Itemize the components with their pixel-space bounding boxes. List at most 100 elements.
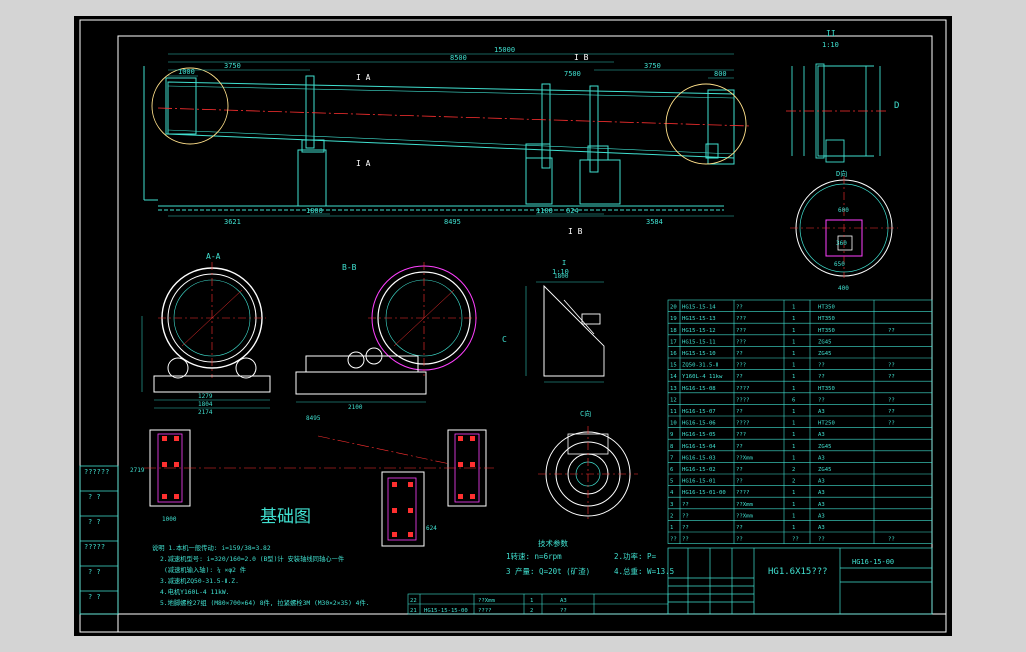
part-1-qty: 1 (792, 525, 795, 531)
part-17-mat: ZG45 (818, 339, 831, 345)
part-7-no: 7 (670, 455, 673, 461)
part-16-mat: ZG45 (818, 351, 831, 357)
part-15-qty: 1 (792, 363, 795, 369)
part-10-name: ???? (736, 421, 749, 427)
notes-block: 说明 1.本机一般传动: i=159/38=3.82 2.减速机型号: i=32… (152, 543, 370, 607)
detail-ii-view: II 1:10 D (786, 29, 899, 163)
part-15-no: 15 (670, 363, 677, 369)
part-4-qty: 1 (792, 490, 795, 496)
a-a-dim-1804: 1804 (198, 401, 213, 408)
part-8-no: 8 (670, 444, 674, 450)
part-17-qty: 1 (792, 339, 795, 345)
part-12-note: ?? (888, 397, 895, 403)
dim-1000: 1000 (178, 68, 195, 76)
part-11-qty: 1 (792, 409, 795, 415)
b-b-dim-8495: 8495 (306, 415, 321, 422)
part-10-no: 10 (670, 421, 677, 427)
part-6-code: HG16-15-02 (682, 467, 716, 473)
part-16-code: HG15-15-10 (682, 351, 716, 357)
section-b-b-label: B-B (342, 263, 357, 272)
part-11-note: ?? (888, 409, 895, 415)
part-11-name: ?? (736, 409, 743, 415)
tech-params-title: 技术参数 (538, 538, 568, 548)
part-11-mat: A3 (818, 409, 825, 415)
part-4-mat: A3 (818, 490, 825, 496)
part-10-mat: HT250 (818, 421, 835, 427)
part-12-name: ???? (736, 397, 749, 403)
strip-label-1: ?????? (84, 468, 109, 476)
part-4-no: 4 (670, 490, 674, 496)
part-13-no: 13 (670, 386, 677, 392)
part-19-name: ??? (736, 316, 746, 322)
note-3: (减速机输入轴): ¼ ×φ2 件 (164, 565, 246, 574)
note-5: 4.电机Y160L-4 11kW. (160, 587, 229, 596)
parts-header-note: ?? (888, 537, 895, 543)
tech-power: 2.功率: P= (614, 551, 657, 561)
detail-i-dim-1800: 1800 (554, 273, 569, 280)
dim-3750-b: 3750 (644, 62, 661, 70)
support-pier-2 (525, 157, 553, 205)
lp-mat-21: ?? (560, 608, 567, 614)
strip-label-2: ? ? (88, 493, 101, 501)
part-19-code: HG15-15-13 (682, 316, 716, 322)
foundation-plan: 基础图 1000 624 2719 (130, 429, 494, 547)
part-2-code: ?? (682, 513, 689, 519)
part-9-code: HG16-15-05 (682, 432, 716, 438)
dim-3621: 3621 (224, 218, 241, 226)
part-13-mat: HT350 (818, 386, 835, 392)
tech-speed: 1转速: n=6rpm (506, 551, 562, 561)
detail-i-label: I (562, 259, 566, 267)
part-14-note: ?? (888, 374, 895, 380)
part-4-name: ???? (736, 490, 749, 496)
part-14-name: ?? (736, 374, 743, 380)
part-13-qty: 1 (792, 386, 795, 392)
part-15-note: ?? (888, 363, 895, 369)
strip-label-3: ? ? (88, 518, 101, 526)
title-block-drawing-no: HG16-15-00 (852, 558, 894, 566)
lower-parts: 22 ??Xmm 1 A3 21 HG15-15-15-00 ???? 2 ?? (410, 598, 567, 614)
part-9-no: 9 (670, 432, 673, 438)
part-3-name: ??Xmm (736, 502, 753, 508)
strip-label-6: ? ? (88, 593, 101, 601)
note-4: 3.减速机ZQ50-31.5-Ⅱ.Z. (160, 576, 239, 585)
label-ib-top: I B (574, 53, 589, 62)
part-12-qty: 6 (792, 397, 795, 403)
fp-dim-624: 624 (426, 525, 437, 532)
strip-label-5: ? ? (88, 568, 101, 576)
d-view: D向 600 360 650 400 (790, 169, 898, 292)
part-18-name: ??? (736, 328, 746, 334)
part-3-qty: 1 (792, 502, 795, 508)
cad-drawing: ?????? ? ? ? ? ????? ? ? ? ? 15000 8500 … (79, 19, 947, 633)
dim-8500: 8500 (450, 54, 467, 62)
part-16-qty: 1 (792, 351, 795, 357)
main-elevation: 15000 8500 3750 3750 7500 1000 800 3621 … (143, 46, 751, 236)
part-20-code: HG15-15-14 (682, 305, 716, 311)
lp-name-22: ??Xmm (478, 598, 495, 604)
section-b-b: B-B 8495 2100 (295, 262, 480, 422)
c-view-label: C向 (580, 409, 591, 418)
section-a-a: A-A 1279 1804 2174 (141, 252, 271, 416)
part-18-code: HG15-15-12 (682, 328, 716, 334)
part-12-mat: ?? (818, 397, 825, 403)
lp-no-21: 21 (410, 608, 417, 614)
lp-name-21: ???? (478, 608, 491, 614)
dim-8495: 8495 (444, 218, 461, 226)
part-13-code: HG16-15-08 (682, 386, 716, 392)
part-10-qty: 1 (792, 421, 795, 427)
part-14-code: Y160L-4 11kw (682, 374, 723, 380)
support-pier-3 (579, 159, 621, 205)
foundation-title: 基础图 (260, 507, 311, 527)
part-14-mat: ?? (818, 374, 825, 380)
part-10-code: HG16-15-06 (682, 421, 716, 427)
part-18-mat: HT350 (818, 328, 835, 334)
dim-1100: 1100 (536, 207, 553, 215)
part-20-name: ?? (736, 305, 743, 311)
d-view-dim-360: 360 (836, 240, 847, 247)
part-10-note: ?? (888, 421, 895, 427)
a-a-dim-1279: 1279 (198, 393, 213, 400)
part-7-qty: 1 (792, 455, 795, 461)
part-1-name: ?? (736, 525, 743, 531)
part-18-no: 18 (670, 328, 677, 334)
part-5-qty: 2 (792, 479, 795, 485)
part-13-name: ???? (736, 386, 749, 392)
